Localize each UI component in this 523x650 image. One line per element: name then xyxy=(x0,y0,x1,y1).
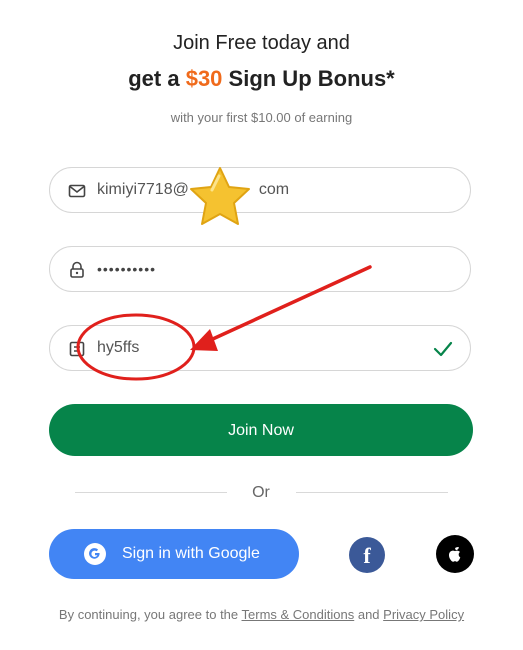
annotation-overlay xyxy=(76,167,372,381)
star-sticker xyxy=(190,167,250,225)
highlight-ellipse xyxy=(76,313,196,381)
annotation-arrow xyxy=(190,265,372,351)
